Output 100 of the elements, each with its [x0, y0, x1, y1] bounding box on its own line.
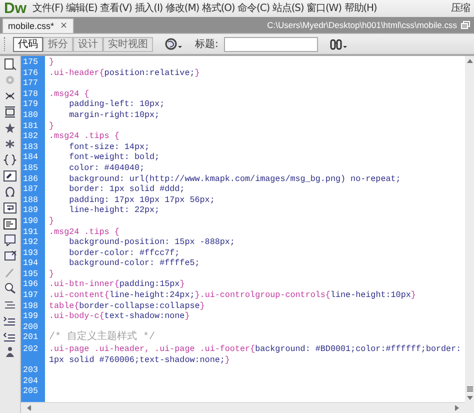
star-icon[interactable]: [3, 122, 17, 134]
code-line: font-size: 14px;: [68, 142, 151, 152]
code-line: }: [48, 57, 56, 68]
line-number: 178: [22, 88, 40, 100]
line-number: 201: [22, 332, 40, 344]
code-line: .msg24 .tips {: [48, 226, 120, 238]
line-number: 182: [22, 131, 40, 142]
document-icon[interactable]: [3, 58, 17, 70]
workspace-menu[interactable]: 压缩: [451, 2, 470, 16]
code-line: .msg24 .tips {: [48, 131, 120, 142]
line-number: 197: [22, 290, 40, 301]
menu-item[interactable]: 窗口(W): [306, 2, 342, 16]
line-number: 189: [22, 205, 40, 216]
uncomment-icon[interactable]: [3, 250, 17, 262]
menu-item[interactable]: 查看(V): [100, 2, 132, 16]
line-number: 194: [22, 258, 40, 269]
line-number: 190: [22, 216, 40, 226]
pen-icon[interactable]: [3, 170, 17, 182]
menu-item[interactable]: 命令(C): [238, 2, 270, 16]
line-number: 181: [22, 120, 40, 132]
code-line: }: [48, 216, 56, 226]
document-tab[interactable]: mobile.css* ×: [2, 18, 74, 33]
menu-item[interactable]: 格式(O): [202, 2, 235, 16]
code-line: /* 自定义主题样式 */: [48, 332, 156, 344]
code-line: background-color: #ffffe5;: [68, 258, 201, 269]
omega-icon[interactable]: [3, 186, 17, 198]
code-line: margin-right:10px;: [68, 110, 161, 121]
code-line: background-position: 15px -888px;: [68, 237, 236, 248]
code-line: .ui-btn-inner{padding:15px}: [48, 279, 186, 290]
view-button[interactable]: 代码: [13, 36, 43, 52]
code-line: }: [48, 120, 56, 132]
person-icon[interactable]: [3, 346, 17, 358]
title-field[interactable]: [224, 36, 318, 52]
code-line: .ui-content{line-height:24px;}.ui-controlgroup-controls{line-height:10px}: [48, 290, 417, 301]
line-number: 185: [22, 162, 40, 174]
globe-icon[interactable]: [165, 38, 183, 50]
restore-icon[interactable]: [461, 21, 470, 29]
code-line: .ui-header{position:relative;}: [48, 68, 201, 78]
lines-icon[interactable]: [466, 385, 474, 393]
code-line: padding: 17px 10px 17px 56px;: [68, 194, 216, 206]
line-number: 204: [22, 376, 40, 386]
menu-item[interactable]: 文件(F): [32, 2, 64, 16]
code-line: font-weight: bold;: [68, 152, 161, 163]
line-number: 203: [22, 365, 40, 376]
scroll-down-icon[interactable]: [466, 395, 472, 400]
line-number: 177: [22, 78, 40, 89]
code-line: .msg24 {: [48, 88, 90, 100]
menu-item[interactable]: 站点(S): [272, 2, 304, 16]
comment-icon[interactable]: [3, 234, 17, 246]
line-number: 179: [22, 99, 40, 110]
code-line: .ui-page .ui-header, .ui-page .ui-footer{background: #BD0001;color:#ffffff;border: 1px solid #760006;text-shadow:none;}: [48, 344, 462, 366]
line-number: 198: [22, 300, 40, 312]
code-line: }: [48, 268, 56, 280]
line-number: 186: [22, 174, 40, 184]
menu-item[interactable]: 修改(M): [166, 2, 200, 16]
code-line: table{border-collapse:collapse}: [48, 300, 206, 312]
view-button[interactable]: 拆分: [43, 36, 73, 52]
wrap-icon[interactable]: [3, 202, 17, 214]
line-number: 196: [22, 279, 40, 290]
line-number: 193: [22, 248, 40, 258]
line-number: 200: [22, 322, 40, 332]
title-label: 标题:: [195, 38, 218, 51]
scroll-right-icon[interactable]: [454, 405, 459, 411]
app-logo: Dw: [4, 0, 26, 17]
line-number: 195: [22, 268, 40, 280]
code-line: color: #404040;: [68, 162, 146, 174]
scroll-up-icon[interactable]: [466, 59, 472, 64]
line-number: 199: [22, 311, 40, 322]
menu-item[interactable]: 插入(I): [134, 2, 163, 16]
braces-icon[interactable]: [3, 154, 17, 166]
view-button[interactable]: 实时视图: [103, 36, 153, 52]
horizontal-scrollbar[interactable]: [21, 402, 465, 413]
line-number: 202: [22, 344, 40, 356]
code-line: background: url(http://www.kmapk.com/images/msg_bg.png) no-repeat;: [68, 174, 402, 184]
line-number: 192: [22, 237, 40, 248]
line-number: 188: [22, 194, 40, 206]
line-number: 175: [22, 57, 40, 68]
code-line: .ui-body-c{text-shadow:none}: [48, 311, 191, 322]
line-number: 205: [22, 386, 40, 397]
menu-item[interactable]: 编辑(E): [66, 2, 98, 16]
collapse-icon[interactable]: [3, 106, 17, 118]
code-line: line-height: 22px;: [68, 205, 161, 216]
vertical-scrollbar[interactable]: [465, 56, 474, 413]
asterisk-icon[interactable]: [3, 138, 17, 150]
format-icon[interactable]: [3, 218, 17, 230]
line-number: 191: [22, 226, 40, 238]
file-path: C:\Users\Myedr\Desktop\h001\html\css\mobile.css: [266, 20, 457, 30]
line-number: 184: [22, 152, 40, 163]
indent-right-icon[interactable]: [3, 330, 17, 342]
code-line: border-color: #ffcc7f;: [68, 248, 181, 258]
view-button[interactable]: 设计: [73, 36, 103, 52]
magnifier-icon[interactable]: [3, 282, 17, 294]
code-line: border: 1px solid #ddd;: [68, 184, 186, 195]
close-button[interactable]: ×: [60, 21, 68, 31]
menu-item[interactable]: 帮助(H): [344, 2, 377, 16]
binoculars-icon[interactable]: [330, 38, 348, 50]
scroll-left-icon[interactable]: [27, 405, 32, 411]
code-line: padding-left: 10px;: [68, 99, 166, 110]
outdent-icon[interactable]: [3, 314, 17, 326]
line-number: 187: [22, 184, 40, 195]
